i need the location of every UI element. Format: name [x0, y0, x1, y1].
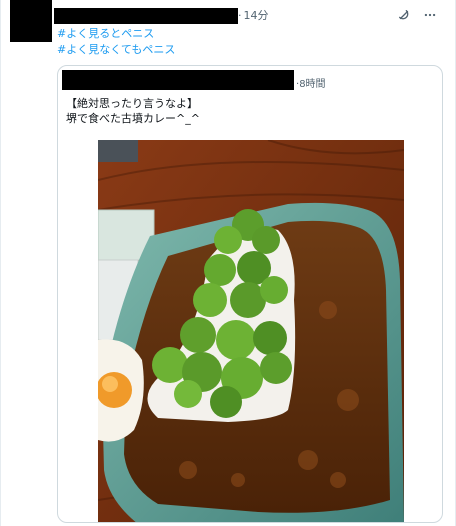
curry-photo[interactable] [98, 140, 404, 522]
quoted-text: 【絶対思ったり言うなよ】 堺で食べた古墳カレー^_^ [66, 96, 200, 126]
author-name-redacted[interactable] [54, 8, 238, 24]
quoted-time[interactable]: 8時間 [299, 79, 325, 90]
separator-dot: · [238, 9, 242, 22]
tweet-hashtags: #よく見るとペニス #よく見なくてもペニス [57, 26, 175, 58]
tweet-time[interactable]: 14分 [244, 9, 269, 22]
quoted-author-redacted[interactable] [62, 70, 294, 90]
quoted-meta: ·8時間 [296, 79, 326, 90]
curry-photo-illustration [98, 140, 404, 522]
hashtag-link[interactable]: #よく見るとペニス [57, 26, 175, 42]
tweet[interactable]: · 14分 #よく見るとペニス #よく見なくてもペニス ·8時間 【絶対思ったり言… [0, 0, 456, 526]
more-icon[interactable] [421, 6, 439, 24]
tweet-meta: · 14分 [238, 8, 269, 24]
quoted-text-line2: 堺で食べた古墳カレー^_^ [66, 112, 200, 125]
hashtag-link[interactable]: #よく見なくてもペニス [57, 42, 175, 58]
grok-icon[interactable] [395, 6, 413, 24]
quoted-text-line1: 【絶対思ったり言うなよ】 [66, 97, 198, 110]
quoted-tweet[interactable]: ·8時間 【絶対思ったり言うなよ】 堺で食べた古墳カレー^_^ [57, 65, 443, 523]
top-actions [395, 6, 439, 24]
avatar-redacted[interactable] [10, 0, 52, 42]
